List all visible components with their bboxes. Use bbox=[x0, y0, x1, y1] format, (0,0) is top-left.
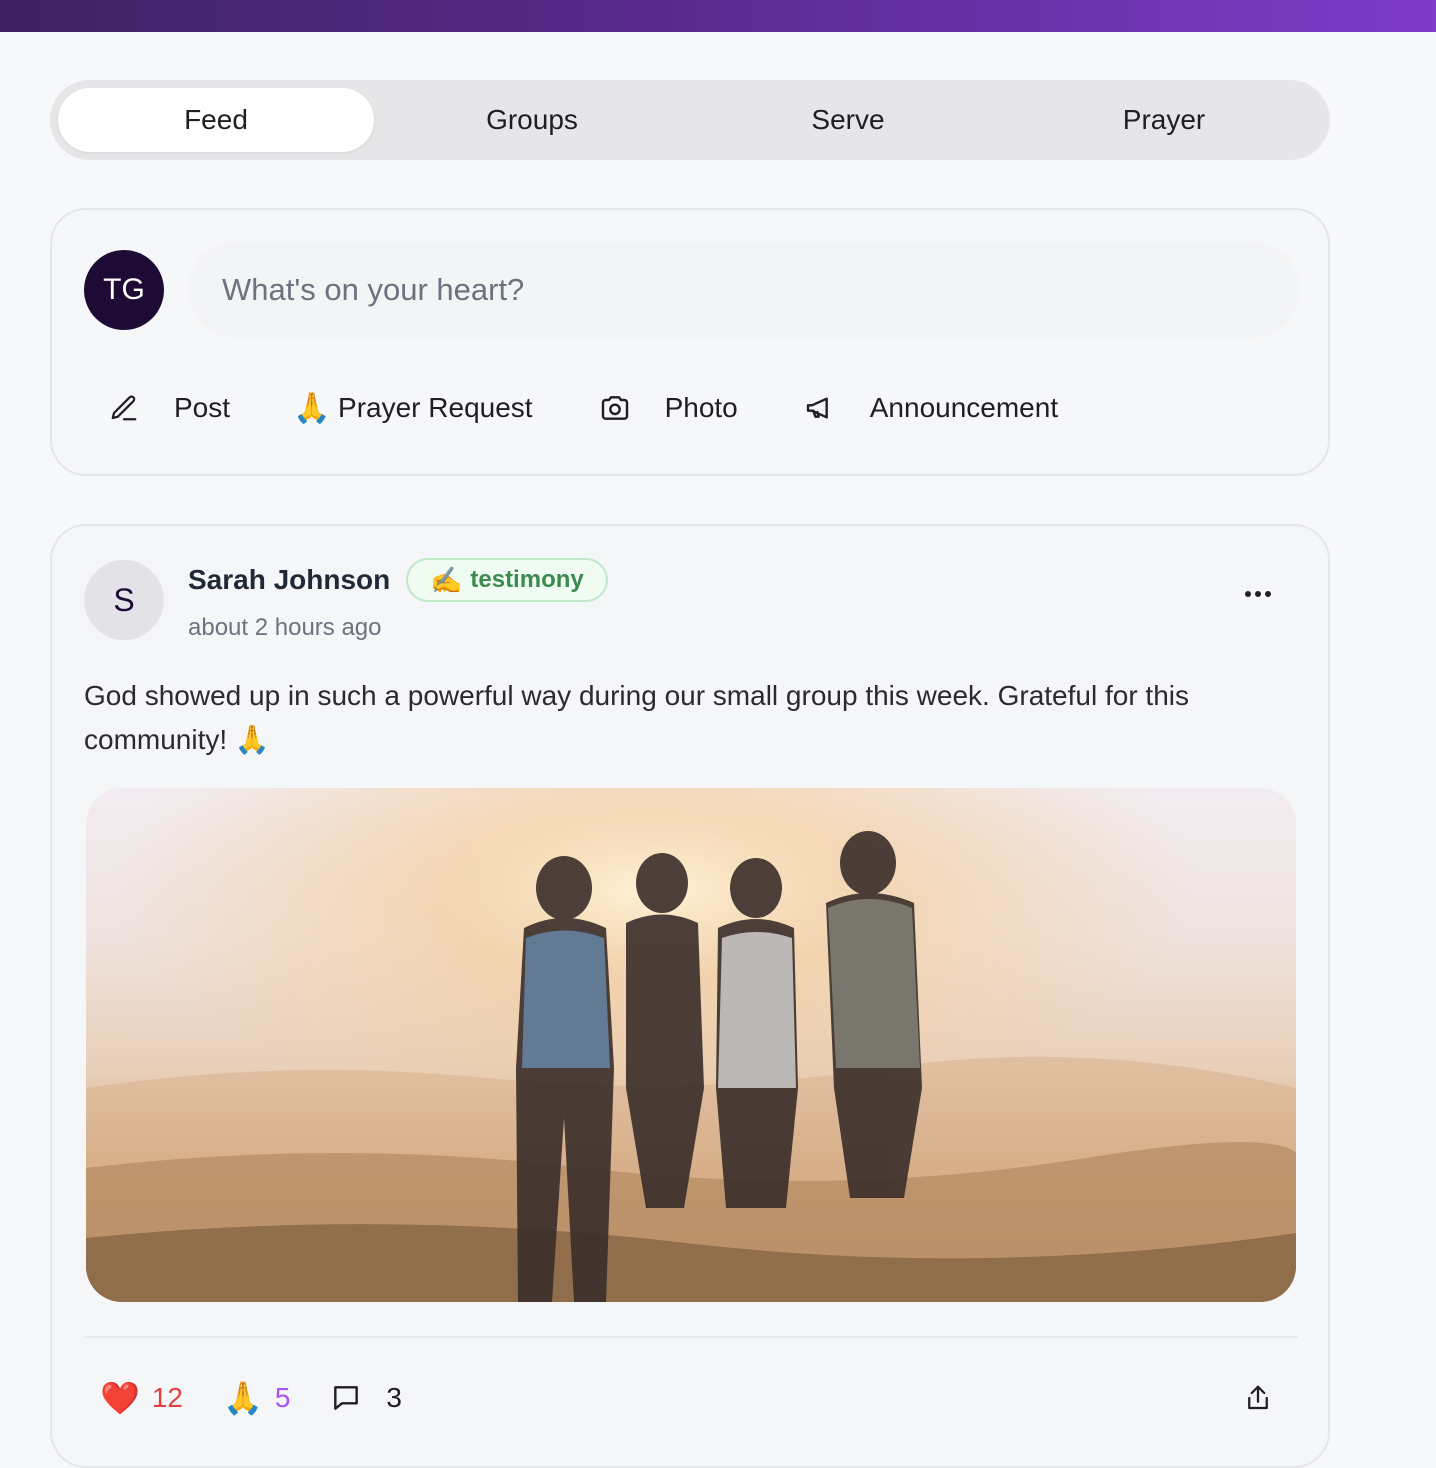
writing-hand-icon: ✍️ bbox=[430, 564, 463, 595]
prayer-request-label: Prayer Request bbox=[338, 392, 533, 423]
composer-actions: Post 🙏 Prayer Request Photo Announcement bbox=[108, 382, 1124, 434]
composer-input[interactable] bbox=[188, 242, 1300, 338]
pray-count: 5 bbox=[274, 1382, 291, 1413]
share-icon[interactable] bbox=[1238, 1378, 1278, 1418]
announcement-label: Announcement bbox=[869, 392, 1059, 423]
section-tabs: Feed Groups Serve Prayer bbox=[50, 80, 1330, 160]
camera-icon bbox=[599, 392, 631, 424]
heart-icon: ❤️ bbox=[100, 1380, 140, 1416]
tab-prayer[interactable]: Prayer bbox=[1006, 88, 1322, 152]
badge-label: testimony bbox=[470, 566, 584, 593]
post-button[interactable]: Post bbox=[108, 392, 230, 424]
post-divider bbox=[84, 1336, 1298, 1338]
user-avatar[interactable]: TG bbox=[84, 250, 164, 330]
feed-post: S Sarah Johnson ✍️ testimony about 2 hou… bbox=[50, 524, 1330, 1468]
group-sunset-image bbox=[86, 788, 1296, 1302]
comment-button[interactable]: 3 bbox=[330, 1382, 402, 1414]
post-label: Post bbox=[174, 392, 231, 423]
post-reactions: ❤️ 12 🙏 5 3 bbox=[100, 1378, 442, 1418]
megaphone-icon bbox=[804, 392, 836, 424]
comment-count: 3 bbox=[386, 1382, 402, 1413]
more-options-icon[interactable] bbox=[1238, 578, 1278, 610]
prayer-request-button[interactable]: 🙏 Prayer Request bbox=[293, 391, 533, 425]
praying-hands-icon: 🙏 bbox=[293, 391, 331, 425]
praying-hands-icon: 🙏 bbox=[223, 1380, 263, 1416]
tab-groups[interactable]: Groups bbox=[374, 88, 690, 152]
heart-reaction[interactable]: ❤️ 12 bbox=[100, 1379, 183, 1417]
author-name[interactable]: Sarah Johnson bbox=[188, 564, 390, 596]
photo-label: Photo bbox=[664, 392, 738, 423]
brand-top-bar bbox=[0, 0, 1436, 32]
heart-count: 12 bbox=[151, 1382, 183, 1413]
post-body: God showed up in such a powerful way dur… bbox=[84, 680, 1190, 755]
tab-serve[interactable]: Serve bbox=[690, 88, 1006, 152]
comment-icon bbox=[330, 1382, 362, 1414]
post-timestamp: about 2 hours ago bbox=[188, 614, 382, 641]
pencil-icon bbox=[108, 392, 140, 424]
post-photo[interactable] bbox=[86, 788, 1296, 1302]
post-composer: TG Post 🙏 Prayer Request Photo bbox=[50, 208, 1330, 476]
photo-button[interactable]: Photo bbox=[599, 392, 738, 424]
pray-reaction[interactable]: 🙏 5 bbox=[223, 1379, 290, 1417]
tab-feed[interactable]: Feed bbox=[58, 88, 374, 152]
announcement-button[interactable]: Announcement bbox=[804, 392, 1058, 424]
post-type-badge: ✍️ testimony bbox=[406, 558, 608, 602]
author-avatar[interactable]: S bbox=[84, 560, 164, 640]
